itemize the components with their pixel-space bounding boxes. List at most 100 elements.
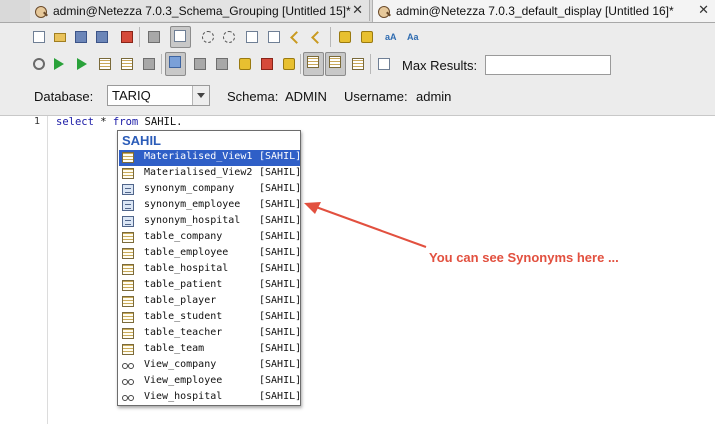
item-name: table_team (144, 343, 205, 354)
paste-button[interactable] (265, 28, 283, 46)
print-button[interactable] (145, 28, 163, 46)
autocomplete-item[interactable]: View_hospital [SAHIL] (119, 390, 301, 406)
tab-untitled-15[interactable]: admin@Netezza 7.0.3_Schema_Grouping [Unt… (30, 0, 370, 21)
item-name: table_patient (144, 279, 223, 290)
format-button[interactable] (280, 55, 298, 73)
toolbar-separator (370, 54, 371, 74)
max-results-input[interactable] (485, 55, 611, 75)
annotation-arrow (304, 202, 427, 248)
view-icon (122, 392, 134, 403)
toggle-button[interactable] (170, 26, 191, 48)
close-icon[interactable]: ✕ (698, 2, 709, 18)
close-icon[interactable]: ✕ (352, 2, 363, 18)
save-all-button[interactable] (118, 28, 136, 46)
export-grid-button[interactable] (118, 55, 136, 73)
autocomplete-item[interactable]: table_hospital [SAHIL] (119, 262, 302, 278)
export-results-button[interactable] (96, 55, 114, 73)
stop-button[interactable] (140, 55, 158, 73)
autocomplete-item[interactable]: Materialised_View1 [SAHIL] (119, 150, 301, 166)
execute-step-button[interactable] (74, 55, 92, 73)
database-select[interactable]: TARIQ (107, 85, 210, 106)
line-number: 1 (34, 116, 41, 127)
history-button[interactable] (375, 55, 393, 73)
table-icon (122, 296, 134, 307)
username-label: Username: (344, 89, 408, 104)
autocomplete-popup: SAHIL Materialised_View1 [SAHIL] Materiali… (117, 130, 301, 406)
database-value: TARIQ (112, 88, 151, 103)
wand-icon (339, 31, 351, 43)
item-name: synonym_hospital (144, 215, 241, 226)
results-text-toggle[interactable] (325, 52, 346, 76)
results-panel-button[interactable] (349, 55, 367, 73)
auto-commit-toggle[interactable] (165, 52, 186, 76)
text-case-icon: Aa (407, 32, 419, 42)
item-name: View_company (144, 359, 217, 370)
cut-button[interactable] (220, 28, 238, 46)
autocomplete-item[interactable]: table_employee [SAHIL] (119, 246, 301, 262)
table-icon (122, 312, 134, 323)
autocomplete-item[interactable]: table_player [SAHIL] (119, 294, 302, 310)
commit-arrow-icon (194, 58, 206, 70)
autocomplete-item[interactable]: table_team [SAHIL] (119, 342, 302, 358)
text-case-icon: aA (385, 32, 397, 42)
autocomplete-item[interactable]: table_student [SAHIL] (119, 310, 302, 326)
item-schema: [SAHIL] (259, 183, 302, 194)
toolbar-separator (300, 54, 301, 74)
save-all-icon (121, 31, 133, 43)
save-as-button[interactable] (93, 28, 111, 46)
table-icon (122, 328, 134, 339)
commit-button[interactable] (191, 55, 209, 73)
autocomplete-item[interactable]: synonym_hospital [SAHIL] (119, 214, 301, 230)
item-schema: [SAHIL] (259, 375, 302, 386)
table-icon (122, 264, 134, 275)
item-schema: [SAHIL] (259, 311, 302, 322)
autocomplete-item[interactable]: table_company [SAHIL] (119, 230, 301, 246)
undo-icon (290, 31, 303, 44)
item-schema: [SAHIL] (259, 359, 302, 370)
autocomplete-item[interactable]: table_patient [SAHIL] (119, 278, 301, 294)
grid-text-icon (329, 56, 341, 68)
lowercase-button[interactable]: Aa (406, 28, 424, 46)
autocomplete-item[interactable]: View_company [SAHIL] (119, 358, 302, 374)
item-schema: [SAHIL] (259, 343, 302, 354)
sql-editor[interactable]: 1 select * from SAHIL. (0, 116, 715, 424)
rollback-button[interactable] (213, 55, 231, 73)
view-icon (122, 360, 134, 371)
explain-icon (239, 58, 251, 70)
gear-icon (33, 58, 45, 70)
panel-icon (352, 58, 364, 70)
autocomplete-item[interactable]: table_teacher [SAHIL] (119, 326, 301, 342)
tab-untitled-16[interactable]: admin@Netezza 7.0.3_default_display [Unt… (372, 0, 715, 22)
execute-button[interactable] (51, 55, 69, 73)
execute-all-button[interactable] (30, 55, 48, 73)
autocomplete-item[interactable]: Materialised_View2 [SAHIL] (119, 166, 301, 182)
redo-button[interactable] (308, 28, 326, 46)
item-schema: [SAHIL] (259, 295, 302, 306)
chevron-down-icon[interactable] (192, 86, 209, 105)
select-button[interactable] (199, 28, 217, 46)
table-icon (122, 248, 134, 259)
table-icon (122, 280, 134, 291)
autocomplete-item[interactable]: synonym_employee [SAHIL] (119, 198, 301, 214)
results-grid-toggle[interactable] (303, 52, 324, 76)
max-results-label: Max Results: (402, 58, 478, 73)
uppercase-button[interactable]: aA (384, 28, 402, 46)
replace-button[interactable] (358, 28, 376, 46)
autocomplete-item[interactable]: synonym_company [SAHIL] (119, 182, 302, 198)
copy-button[interactable] (243, 28, 261, 46)
star-token: * (100, 116, 107, 128)
undo-button[interactable] (287, 28, 305, 46)
item-schema: [SAHIL] (259, 263, 302, 274)
rollback-arrow-icon (216, 58, 228, 70)
schema-label: Schema: (227, 89, 279, 104)
explain-button[interactable] (236, 55, 254, 73)
explain-plan-button[interactable] (258, 55, 276, 73)
open-button[interactable] (51, 28, 69, 46)
autocomplete-item[interactable]: View_employee [SAHIL] (119, 374, 302, 390)
save-button[interactable] (72, 28, 90, 46)
play-step-icon (77, 58, 87, 70)
editor-tab-bar: admin@Netezza 7.0.3_Schema_Grouping [Unt… (0, 0, 715, 23)
find-button[interactable] (336, 28, 354, 46)
new-file-button[interactable] (30, 28, 48, 46)
sql-code-line[interactable]: select * from SAHIL. (56, 116, 182, 128)
